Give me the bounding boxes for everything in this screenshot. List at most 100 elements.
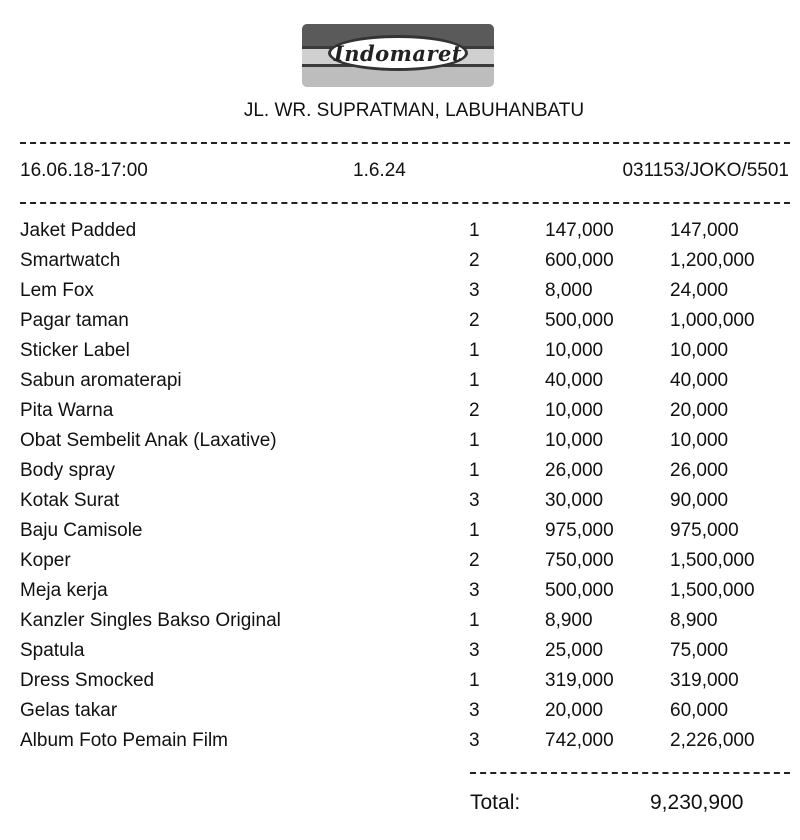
- item-total: 10,000: [670, 430, 729, 451]
- item-list: Jaket Padded 1 147,000 147,000 Smartwatch 2 60…: [0, 218, 800, 758]
- item-qty: 2: [469, 250, 480, 271]
- item-price: 30,000: [545, 490, 604, 511]
- item-total: 975,000: [670, 520, 739, 541]
- item-name: Koper: [20, 550, 71, 571]
- list-item: Pita Warna 2 10,000 20,000: [0, 398, 800, 428]
- logo-text: Indomaret: [333, 40, 463, 66]
- item-price: 319,000: [545, 670, 614, 691]
- item-total: 26,000: [670, 460, 729, 481]
- item-total: 8,900: [670, 610, 718, 631]
- item-total: 319,000: [670, 670, 739, 691]
- item-qty: 1: [469, 460, 480, 481]
- item-price: 25,000: [545, 640, 604, 661]
- item-name: Sabun aromaterapi: [20, 370, 182, 391]
- item-name: Kanzler Singles Bakso Original: [20, 610, 281, 631]
- list-item: Meja kerja 3 500,000 1,500,000: [0, 578, 800, 608]
- item-qty: 3: [469, 490, 480, 511]
- list-item: Kotak Surat 3 30,000 90,000: [0, 488, 800, 518]
- item-qty: 1: [469, 430, 480, 451]
- item-name: Body spray: [20, 460, 116, 481]
- logo-emblem: Indomaret: [328, 35, 468, 71]
- list-item: Gelas takar 3 20,000 60,000: [0, 698, 800, 728]
- item-price: 8,900: [545, 610, 593, 631]
- item-name: Baju Camisole: [20, 520, 143, 541]
- item-name: Obat Sembelit Anak (Laxative): [20, 430, 277, 451]
- list-item: Album Foto Pemain Film 3 742,000 2,226,000: [0, 728, 800, 758]
- receipt-version: 1.6.24: [353, 160, 406, 181]
- item-qty: 3: [469, 700, 480, 721]
- item-qty: 3: [469, 580, 480, 601]
- divider: [20, 142, 790, 144]
- store-logo: Indomaret: [302, 24, 494, 87]
- item-total: 147,000: [670, 220, 739, 241]
- item-name: Dress Smocked: [20, 670, 155, 691]
- item-total: 40,000: [670, 370, 729, 391]
- item-price: 147,000: [545, 220, 614, 241]
- list-item: Body spray 1 26,000 26,000: [0, 458, 800, 488]
- list-item: Koper 2 750,000 1,500,000: [0, 548, 800, 578]
- item-qty: 2: [469, 400, 480, 421]
- item-qty: 3: [469, 280, 480, 301]
- total-value: 9,230,900: [650, 791, 744, 814]
- item-price: 10,000: [545, 340, 604, 361]
- item-price: 975,000: [545, 520, 614, 541]
- total-label: Total:: [470, 791, 521, 814]
- item-qty: 1: [469, 370, 480, 391]
- list-item: Sabun aromaterapi 1 40,000 40,000: [0, 368, 800, 398]
- item-price: 600,000: [545, 250, 614, 271]
- item-price: 742,000: [545, 730, 614, 751]
- item-total: 1,200,000: [670, 250, 755, 271]
- item-qty: 1: [469, 340, 480, 361]
- item-price: 20,000: [545, 700, 604, 721]
- item-price: 500,000: [545, 310, 614, 331]
- item-total: 1,000,000: [670, 310, 755, 331]
- list-item: Smartwatch 2 600,000 1,200,000: [0, 248, 800, 278]
- receipt-cashier: 031153/JOKO/5501: [622, 160, 789, 181]
- item-name: Meja kerja: [20, 580, 108, 601]
- item-name: Smartwatch: [20, 250, 121, 271]
- item-price: 26,000: [545, 460, 604, 481]
- divider: [20, 202, 790, 204]
- item-name: Pagar taman: [20, 310, 129, 331]
- item-name: Gelas takar: [20, 700, 118, 721]
- item-name: Spatula: [20, 640, 85, 661]
- item-name: Sticker Label: [20, 340, 130, 361]
- item-qty: 2: [469, 550, 480, 571]
- receipt-datetime: 16.06.18-17:00: [20, 160, 148, 181]
- item-total: 90,000: [670, 490, 729, 511]
- item-price: 40,000: [545, 370, 604, 391]
- item-total: 10,000: [670, 340, 729, 361]
- item-name: Jaket Padded: [20, 220, 137, 241]
- list-item: Jaket Padded 1 147,000 147,000: [0, 218, 800, 248]
- item-total: 1,500,000: [670, 550, 755, 571]
- item-qty: 1: [469, 670, 480, 691]
- item-name: Pita Warna: [20, 400, 114, 421]
- store-address: JL. WR. SUPRATMAN, LABUHANBATU: [243, 100, 585, 121]
- item-total: 24,000: [670, 280, 729, 301]
- item-name: Lem Fox: [20, 280, 94, 301]
- item-qty: 3: [469, 730, 480, 751]
- list-item: Baju Camisole 1 975,000 975,000: [0, 518, 800, 548]
- list-item: Lem Fox 3 8,000 24,000: [0, 278, 800, 308]
- item-name: Kotak Surat: [20, 490, 120, 511]
- item-total: 1,500,000: [670, 580, 755, 601]
- item-total: 2,226,000: [670, 730, 755, 751]
- item-qty: 3: [469, 640, 480, 661]
- list-item: Obat Sembelit Anak (Laxative) 1 10,000 10,0…: [0, 428, 800, 458]
- item-qty: 1: [469, 520, 480, 541]
- item-price: 500,000: [545, 580, 614, 601]
- item-qty: 1: [469, 220, 480, 241]
- item-price: 10,000: [545, 400, 604, 421]
- item-price: 10,000: [545, 430, 604, 451]
- item-qty: 1: [469, 610, 480, 631]
- item-price: 750,000: [545, 550, 614, 571]
- item-name: Album Foto Pemain Film: [20, 730, 229, 751]
- item-price: 8,000: [545, 280, 593, 301]
- list-item: Sticker Label 1 10,000 10,000: [0, 338, 800, 368]
- item-total: 20,000: [670, 400, 729, 421]
- divider: [470, 772, 790, 774]
- list-item: Kanzler Singles Bakso Original 1 8,900 8,90…: [0, 608, 800, 638]
- item-qty: 2: [469, 310, 480, 331]
- item-total: 60,000: [670, 700, 729, 721]
- list-item: Spatula 3 25,000 75,000: [0, 638, 800, 668]
